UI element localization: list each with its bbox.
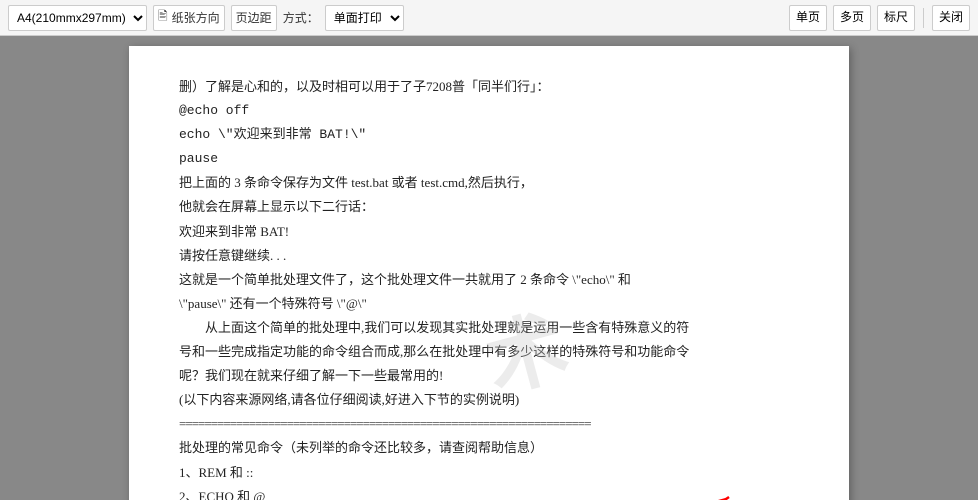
single-page-button[interactable]: 单页	[789, 5, 827, 31]
orientation-button[interactable]: 🖹 纸张方向	[153, 5, 225, 31]
toolbar-right: 单页 多页 标尺 关闭	[789, 5, 970, 31]
section-title: 批处理的常见命令（未列举的命令还比较多，请查阅帮助信息）	[179, 437, 799, 459]
orientation-label: 纸张方向	[172, 9, 220, 26]
content-line6: 他就会在屏幕上显示以下二行话：	[179, 196, 799, 218]
content-line1: 删）了解是心和的，以及时相可以用于了子7208普「同半们行」：	[179, 76, 799, 98]
multi-page-button[interactable]: 多页	[833, 5, 871, 31]
print-method-select[interactable]: 单面打印	[325, 5, 404, 31]
paper-content: 删）了解是心和的，以及时相可以用于了子7208普「同半们行」： @echo of…	[179, 76, 799, 500]
close-button[interactable]: 关闭	[932, 5, 970, 31]
content-line11: 从上面这个简单的批处理中,我们可以发现其实批处理就是运用一些含有特殊意义的符	[179, 317, 799, 339]
annotation-arrow	[639, 482, 759, 500]
content-line12: 号和一些完成指定功能的命令组合而成,那么在批处理中有多少这样的特殊符号和功能命令	[179, 341, 799, 363]
content-line8: 请按任意键继续. . .	[179, 245, 799, 267]
main-area: 术 删）了解是心和的，以及时相可以用于了子7208普「同半们行」： @echo …	[0, 36, 978, 500]
ruler-button[interactable]: 标尺	[877, 5, 915, 31]
content-line9: 这就是一个简单批处理文件了，这个批处理文件一共就用了 2 条命令 \"echo\…	[179, 269, 799, 291]
content-line4: pause	[179, 148, 799, 170]
divider-line: ========================================…	[179, 413, 799, 435]
paper: 术 删）了解是心和的，以及时相可以用于了子7208普「同半们行」： @echo …	[129, 46, 849, 500]
orientation-icon: 🖹	[158, 7, 168, 28]
content-line10: \"pause\" 还有一个特殊符号 \"@\"	[179, 293, 799, 315]
content-line13: 呢？我们现在就来仔细了解一下一些最常用的!	[179, 365, 799, 387]
content-line5: 把上面的 3 条命令保存为文件 test.bat 或者 test.cmd,然后执…	[179, 172, 799, 194]
toolbar: A4(210mmx297mm) 🖹 纸张方向 页边距 方式： 单面打印 单页 多…	[0, 0, 978, 36]
method-label: 方式：	[283, 9, 319, 26]
paper-size-select[interactable]: A4(210mmx297mm)	[8, 5, 147, 31]
margin-button[interactable]: 页边距	[231, 5, 277, 31]
list-item-1: 1、REM 和 ::	[179, 462, 799, 484]
content-line2: @echo off	[179, 100, 799, 122]
margin-label: 页边距	[236, 9, 272, 26]
content-line14: (以下内容来源网络,请各位仔细阅读,好进入下节的实例说明)	[179, 389, 799, 411]
content-line3: echo \"欢迎来到非常 BAT!\"	[179, 124, 799, 146]
content-line7: 欢迎来到非常 BAT!	[179, 221, 799, 243]
toolbar-separator	[923, 8, 924, 28]
